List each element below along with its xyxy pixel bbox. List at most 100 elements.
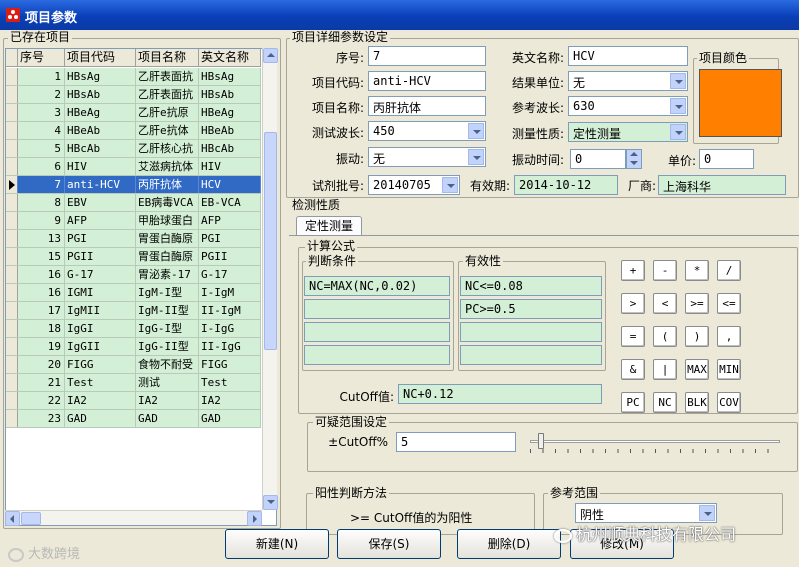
table-row[interactable]: 3 HBeAg 乙肝e抗原 HBeAg bbox=[6, 104, 261, 122]
table-row[interactable]: 17 IgMII IgM-II型 II-IgM bbox=[6, 302, 261, 320]
expiry-field[interactable]: 2014-10-12 bbox=[514, 175, 618, 195]
row-indicator[interactable] bbox=[6, 68, 18, 85]
col-code[interactable]: 项目代码 bbox=[65, 49, 136, 66]
row-indicator[interactable] bbox=[6, 176, 18, 193]
ref-select[interactable]: 阴性 bbox=[575, 503, 717, 523]
spin-down-icon[interactable] bbox=[630, 161, 638, 165]
new-button[interactable]: 新建(N) bbox=[225, 529, 329, 559]
table-row[interactable]: 16 G-17 胃泌素-17 G-17 bbox=[6, 266, 261, 284]
hscroll-thumb[interactable] bbox=[21, 512, 41, 525]
calc-key-divide[interactable]: / bbox=[717, 260, 741, 281]
validity-field-4[interactable] bbox=[460, 345, 602, 365]
scroll-down-button[interactable] bbox=[263, 495, 278, 510]
table-row[interactable]: 13 PGI 胃蛋白酶原 PGI bbox=[6, 230, 261, 248]
calc-key-gte[interactable]: >= bbox=[685, 293, 709, 314]
tab-qualitative[interactable]: 定性测量 bbox=[296, 216, 362, 236]
row-indicator[interactable] bbox=[6, 86, 18, 103]
table-row[interactable]: 18 IgGI IgG-I型 I-IgG bbox=[6, 320, 261, 338]
calc-key-comma[interactable]: , bbox=[717, 326, 741, 347]
calc-key-lte[interactable]: <= bbox=[717, 293, 741, 314]
shaketime-field[interactable]: 0 bbox=[570, 149, 626, 169]
en-field[interactable]: HCV bbox=[568, 46, 688, 66]
validity-field-3[interactable] bbox=[460, 322, 602, 342]
table-row[interactable]: 6 HIV 艾滋病抗体 HIV bbox=[6, 158, 261, 176]
unit-select[interactable]: 无 bbox=[568, 71, 688, 91]
calc-key-lparen[interactable]: ( bbox=[653, 326, 677, 347]
condition-field-4[interactable] bbox=[304, 345, 450, 365]
calc-key-plus[interactable]: + bbox=[621, 260, 645, 281]
calc-key-multiply[interactable]: * bbox=[685, 260, 709, 281]
calc-key-gt[interactable]: > bbox=[621, 293, 645, 314]
row-indicator[interactable] bbox=[6, 302, 18, 319]
calc-key-cov[interactable]: COV bbox=[717, 392, 741, 413]
row-indicator[interactable] bbox=[6, 248, 18, 265]
table-row[interactable]: 16 IGMI IgM-I型 I-IgM bbox=[6, 284, 261, 302]
table-row[interactable]: 5 HBcAb 乙肝核心抗 HBcAb bbox=[6, 140, 261, 158]
row-indicator[interactable] bbox=[6, 212, 18, 229]
chevron-down-icon[interactable] bbox=[468, 123, 484, 139]
calc-key-and[interactable]: & bbox=[621, 359, 645, 380]
table-row[interactable]: 19 IgGII IgG-II型 II-IgG bbox=[6, 338, 261, 356]
chevron-down-icon[interactable] bbox=[670, 124, 686, 140]
batch-select[interactable]: 20140705 bbox=[368, 175, 460, 195]
table-row[interactable]: 4 HBeAb 乙肝e抗体 HBeAb bbox=[6, 122, 261, 140]
vendor-field[interactable]: 上海科华 bbox=[658, 175, 786, 195]
table-row[interactable]: 21 Test 测试 Test bbox=[6, 374, 261, 392]
table-row[interactable]: 1 HBsAg 乙肝表面抗 HBsAg bbox=[6, 68, 261, 86]
chevron-down-icon[interactable] bbox=[442, 177, 458, 193]
calc-key-minus[interactable]: - bbox=[653, 260, 677, 281]
calc-key-pc[interactable]: PC bbox=[621, 392, 645, 413]
scroll-thumb[interactable] bbox=[264, 132, 277, 350]
condition-field-2[interactable] bbox=[304, 299, 450, 319]
row-indicator[interactable] bbox=[6, 194, 18, 211]
row-indicator[interactable] bbox=[6, 104, 18, 121]
calc-key-nc[interactable]: NC bbox=[653, 392, 677, 413]
row-indicator[interactable] bbox=[6, 356, 18, 373]
col-en[interactable]: 英文名称 bbox=[199, 49, 261, 66]
slider-thumb[interactable] bbox=[538, 433, 544, 449]
validity-field-1[interactable]: NC<=0.08 bbox=[460, 276, 602, 296]
table-row[interactable]: 9 AFP 甲胎球蛋白 AFP bbox=[6, 212, 261, 230]
save-button[interactable]: 保存(S) bbox=[337, 529, 441, 559]
condition-field-3[interactable] bbox=[304, 322, 450, 342]
table-row[interactable]: 22 IA2 IA2 IA2 bbox=[6, 392, 261, 410]
chevron-down-icon[interactable] bbox=[468, 149, 484, 165]
row-indicator[interactable] bbox=[6, 122, 18, 139]
seq-field[interactable]: 7 bbox=[368, 46, 486, 66]
code-field[interactable]: anti-HCV bbox=[368, 71, 486, 91]
name-field[interactable]: 丙肝抗体 bbox=[368, 96, 486, 116]
cutoff-field[interactable]: NC+0.12 bbox=[398, 384, 602, 404]
row-indicator[interactable] bbox=[6, 338, 18, 355]
chevron-down-icon[interactable] bbox=[699, 505, 715, 521]
calc-key-equals[interactable]: = bbox=[621, 326, 645, 347]
spin-up-icon[interactable] bbox=[630, 152, 638, 156]
table-vertical-scrollbar[interactable] bbox=[262, 48, 278, 510]
table-row[interactable]: 2 HBsAb 乙肝表面抗 HBsAb bbox=[6, 86, 261, 104]
table-row[interactable]: 15 PGII 胃蛋白酶原 PGII bbox=[6, 248, 261, 266]
calc-key-min[interactable]: MIN bbox=[717, 359, 741, 380]
table-row[interactable]: 8 EBV EB病毒VCA EB-VCA bbox=[6, 194, 261, 212]
chevron-down-icon[interactable] bbox=[670, 98, 686, 114]
refwave-select[interactable]: 630 bbox=[568, 96, 688, 116]
row-indicator[interactable] bbox=[6, 158, 18, 175]
calc-key-max[interactable]: MAX bbox=[685, 359, 709, 380]
row-indicator[interactable] bbox=[6, 230, 18, 247]
row-indicator[interactable] bbox=[6, 266, 18, 283]
validity-field-2[interactable]: PC>=0.5 bbox=[460, 299, 602, 319]
prop-select[interactable]: 定性测量 bbox=[568, 122, 688, 142]
delete-button[interactable]: 删除(D) bbox=[457, 529, 561, 559]
shaketime-spinner[interactable] bbox=[626, 149, 642, 169]
row-indicator[interactable] bbox=[6, 392, 18, 409]
table-row[interactable]: 7 anti-HCV 丙肝抗体 HCV bbox=[6, 176, 261, 194]
calc-key-blk[interactable]: BLK bbox=[685, 392, 709, 413]
row-indicator[interactable] bbox=[6, 320, 18, 337]
calc-key-rparen[interactable]: ) bbox=[685, 326, 709, 347]
table-row[interactable]: 20 FIGG 食物不耐受 FIGG bbox=[6, 356, 261, 374]
row-indicator[interactable] bbox=[6, 410, 18, 427]
col-seq[interactable]: 序号 bbox=[18, 49, 65, 66]
scroll-right-button[interactable] bbox=[247, 511, 262, 526]
row-indicator[interactable] bbox=[6, 140, 18, 157]
doubt-slider[interactable] bbox=[530, 433, 780, 453]
wave-select[interactable]: 450 bbox=[368, 121, 486, 141]
doubt-field[interactable]: 5 bbox=[396, 432, 516, 452]
